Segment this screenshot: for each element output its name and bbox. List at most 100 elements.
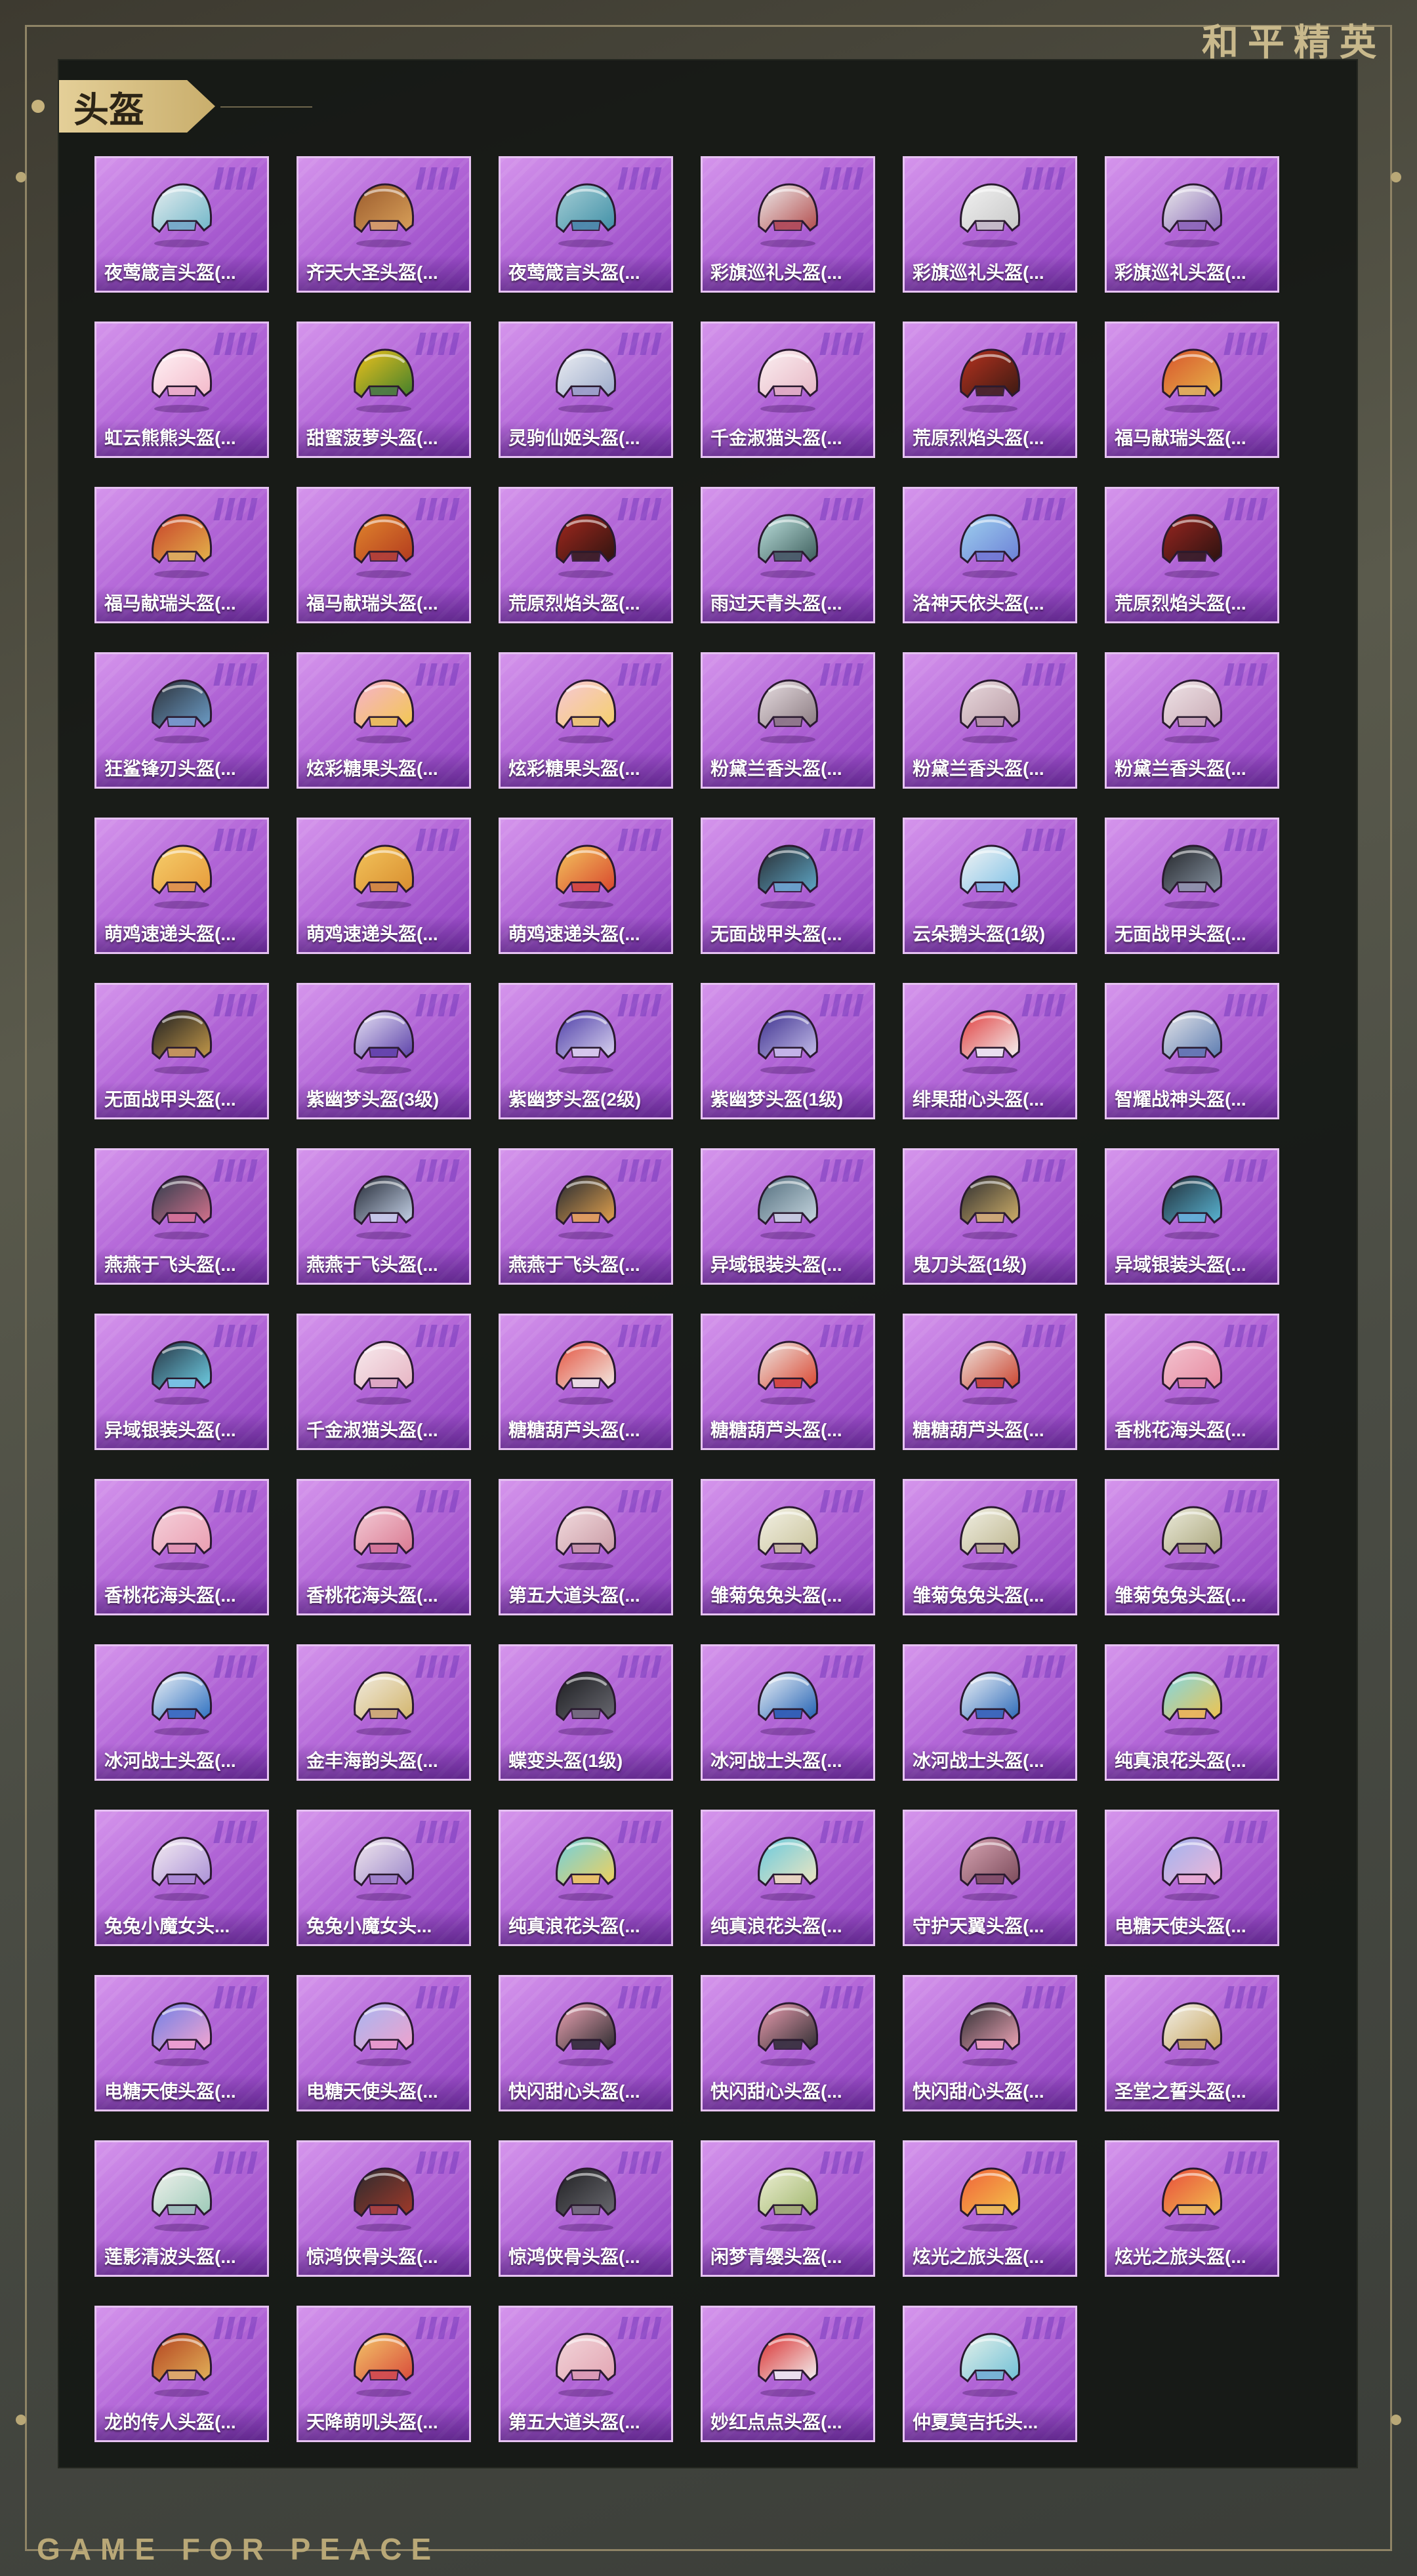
helmet-card[interactable]: 快闪甜心头盔(... xyxy=(499,1975,673,2111)
helmet-name: 惊鸿侠骨头盔(... xyxy=(501,2239,671,2275)
helmet-card[interactable]: 无面战甲头盔(... xyxy=(701,818,875,954)
helmet-card[interactable]: 炫彩糖果头盔(... xyxy=(297,652,471,789)
helmet-name: 纯真浪花头盔(... xyxy=(703,1909,873,1944)
helmet-card[interactable]: 夜莺箴言头盔(... xyxy=(94,156,269,293)
helmet-card[interactable]: 粉黛兰香头盔(... xyxy=(701,652,875,789)
helmet-card[interactable]: 甜蜜菠萝头盔(... xyxy=(297,322,471,458)
helmet-name: 彩旗巡礼头盔(... xyxy=(1107,255,1277,291)
helmet-card[interactable]: 雏菊兔兔头盔(... xyxy=(701,1479,875,1615)
helmet-card[interactable]: 快闪甜心头盔(... xyxy=(903,1975,1077,2111)
helmet-card[interactable]: 萌鸡速递头盔(... xyxy=(499,818,673,954)
helmet-icon xyxy=(960,2167,1021,2232)
helmet-card[interactable]: 燕燕于飞头盔(... xyxy=(297,1148,471,1285)
helmet-card[interactable]: 荒原烈焰头盔(... xyxy=(903,322,1077,458)
helmet-card[interactable]: 异域银装头盔(... xyxy=(701,1148,875,1285)
helmet-card[interactable]: 无面战甲头盔(... xyxy=(1105,818,1279,954)
helmet-card[interactable]: 齐天大圣头盔(... xyxy=(297,156,471,293)
helmet-card[interactable]: 紫幽梦头盔(2级) xyxy=(499,983,673,1119)
helmet-card[interactable]: 异域银装头盔(... xyxy=(94,1314,269,1450)
helmet-card[interactable]: 虹云熊熊头盔(... xyxy=(94,322,269,458)
helmet-card[interactable]: 燕燕于飞头盔(... xyxy=(94,1148,269,1285)
helmet-card[interactable]: 兔兔小魔女头... xyxy=(94,1810,269,1946)
helmet-card[interactable]: 闲梦青缨头盔(... xyxy=(701,2140,875,2277)
helmet-card[interactable]: 狂鲨锋刃头盔(... xyxy=(94,652,269,789)
helmet-name: 福马献瑞头盔(... xyxy=(298,586,469,621)
helmet-card[interactable]: 蝶变头盔(1级) xyxy=(499,1644,673,1781)
helmet-card[interactable]: 妙红点点头盔(... xyxy=(701,2306,875,2442)
helmet-card[interactable]: 洛神天依头盔(... xyxy=(903,487,1077,623)
helmet-card[interactable]: 快闪甜心头盔(... xyxy=(701,1975,875,2111)
helmet-card[interactable]: 鬼刀头盔(1级) xyxy=(903,1148,1077,1285)
helmet-icon xyxy=(960,183,1021,247)
helmet-card[interactable]: 千金淑猫头盔(... xyxy=(701,322,875,458)
helmet-card[interactable]: 惊鸿侠骨头盔(... xyxy=(499,2140,673,2277)
helmet-icon xyxy=(354,1010,415,1074)
helmet-card[interactable]: 仲夏莫吉托头... xyxy=(903,2306,1077,2442)
helmet-card[interactable]: 金丰海韵头盔(... xyxy=(297,1644,471,1781)
helmet-card[interactable]: 兔兔小魔女头... xyxy=(297,1810,471,1946)
helmet-icon xyxy=(354,348,415,413)
helmet-card[interactable]: 糖糖葫芦头盔(... xyxy=(903,1314,1077,1450)
helmet-icon xyxy=(1162,1340,1223,1405)
helmet-card[interactable]: 彩旗巡礼头盔(... xyxy=(1105,156,1279,293)
helmet-card[interactable]: 异域银装头盔(... xyxy=(1105,1148,1279,1285)
helmet-card[interactable]: 纯真浪花头盔(... xyxy=(1105,1644,1279,1781)
helmet-card[interactable]: 香桃花海头盔(... xyxy=(1105,1314,1279,1450)
helmet-name: 萌鸡速递头盔(... xyxy=(501,917,671,952)
helmet-name: 荒原烈焰头盔(... xyxy=(905,421,1075,456)
helmet-card[interactable]: 第五大道头盔(... xyxy=(499,1479,673,1615)
helmet-card[interactable]: 绯果甜心头盔(... xyxy=(903,983,1077,1119)
helmet-card[interactable]: 福马献瑞头盔(... xyxy=(1105,322,1279,458)
helmet-card[interactable]: 无面战甲头盔(... xyxy=(94,983,269,1119)
helmet-card[interactable]: 惊鸿侠骨头盔(... xyxy=(297,2140,471,2277)
helmet-card[interactable]: 圣堂之誓头盔(... xyxy=(1105,1975,1279,2111)
helmet-card[interactable]: 福马献瑞头盔(... xyxy=(94,487,269,623)
helmet-card[interactable]: 炫光之旅头盔(... xyxy=(1105,2140,1279,2277)
helmet-card[interactable]: 千金淑猫头盔(... xyxy=(297,1314,471,1450)
helmet-card[interactable]: 炫光之旅头盔(... xyxy=(903,2140,1077,2277)
helmet-card[interactable]: 萌鸡速递头盔(... xyxy=(94,818,269,954)
helmet-card[interactable]: 紫幽梦头盔(3级) xyxy=(297,983,471,1119)
helmet-card[interactable]: 云朵鹅头盔(1级) xyxy=(903,818,1077,954)
helmet-card[interactable]: 纯真浪花头盔(... xyxy=(499,1810,673,1946)
helmet-card[interactable]: 香桃花海头盔(... xyxy=(94,1479,269,1615)
helmet-card[interactable]: 电糖天使头盔(... xyxy=(1105,1810,1279,1946)
helmet-icon xyxy=(556,2333,617,2397)
helmet-card[interactable]: 糖糖葫芦头盔(... xyxy=(499,1314,673,1450)
helmet-card[interactable]: 天降萌叽头盔(... xyxy=(297,2306,471,2442)
helmet-card[interactable]: 荒原烈焰头盔(... xyxy=(1105,487,1279,623)
helmet-card[interactable]: 智耀战神头盔(... xyxy=(1105,983,1279,1119)
helmet-card[interactable]: 荒原烈焰头盔(... xyxy=(499,487,673,623)
helmet-card[interactable]: 紫幽梦头盔(1级) xyxy=(701,983,875,1119)
helmet-card[interactable]: 彩旗巡礼头盔(... xyxy=(701,156,875,293)
helmet-card[interactable]: 电糖天使头盔(... xyxy=(297,1975,471,2111)
helmet-name: 第五大道头盔(... xyxy=(501,1578,671,1613)
helmet-card[interactable]: 炫彩糖果头盔(... xyxy=(499,652,673,789)
helmet-card[interactable]: 冰河战士头盔(... xyxy=(94,1644,269,1781)
helmet-card[interactable]: 雨过天青头盔(... xyxy=(701,487,875,623)
helmet-card[interactable]: 雏菊兔兔头盔(... xyxy=(903,1479,1077,1615)
helmet-card[interactable]: 莲影清波头盔(... xyxy=(94,2140,269,2277)
helmet-name: 无面战甲头盔(... xyxy=(703,917,873,952)
helmet-card[interactable]: 粉黛兰香头盔(... xyxy=(1105,652,1279,789)
helmet-card[interactable]: 冰河战士头盔(... xyxy=(903,1644,1077,1781)
helmet-card[interactable]: 龙的传人头盔(... xyxy=(94,2306,269,2442)
helmet-card[interactable]: 纯真浪花头盔(... xyxy=(701,1810,875,1946)
helmet-card[interactable]: 守护天翼头盔(... xyxy=(903,1810,1077,1946)
helmet-card[interactable]: 彩旗巡礼头盔(... xyxy=(903,156,1077,293)
helmet-icon xyxy=(354,1671,415,1735)
helmet-card[interactable]: 糖糖葫芦头盔(... xyxy=(701,1314,875,1450)
helmet-card[interactable]: 福马献瑞头盔(... xyxy=(297,487,471,623)
helmet-name: 粉黛兰香头盔(... xyxy=(905,751,1075,787)
helmet-card[interactable]: 粉黛兰香头盔(... xyxy=(903,652,1077,789)
helmet-card[interactable]: 香桃花海头盔(... xyxy=(297,1479,471,1615)
helmet-card[interactable]: 电糖天使头盔(... xyxy=(94,1975,269,2111)
helmet-card[interactable]: 夜莺箴言头盔(... xyxy=(499,156,673,293)
helmet-card[interactable]: 第五大道头盔(... xyxy=(499,2306,673,2442)
helmet-card[interactable]: 燕燕于飞头盔(... xyxy=(499,1148,673,1285)
helmet-card[interactable]: 冰河战士头盔(... xyxy=(701,1644,875,1781)
helmet-card[interactable]: 灵驹仙姬头盔(... xyxy=(499,322,673,458)
helmet-card[interactable]: 雏菊兔兔头盔(... xyxy=(1105,1479,1279,1615)
helmet-card[interactable]: 萌鸡速递头盔(... xyxy=(297,818,471,954)
helmet-name: 燕燕于飞头盔(... xyxy=(298,1247,469,1283)
